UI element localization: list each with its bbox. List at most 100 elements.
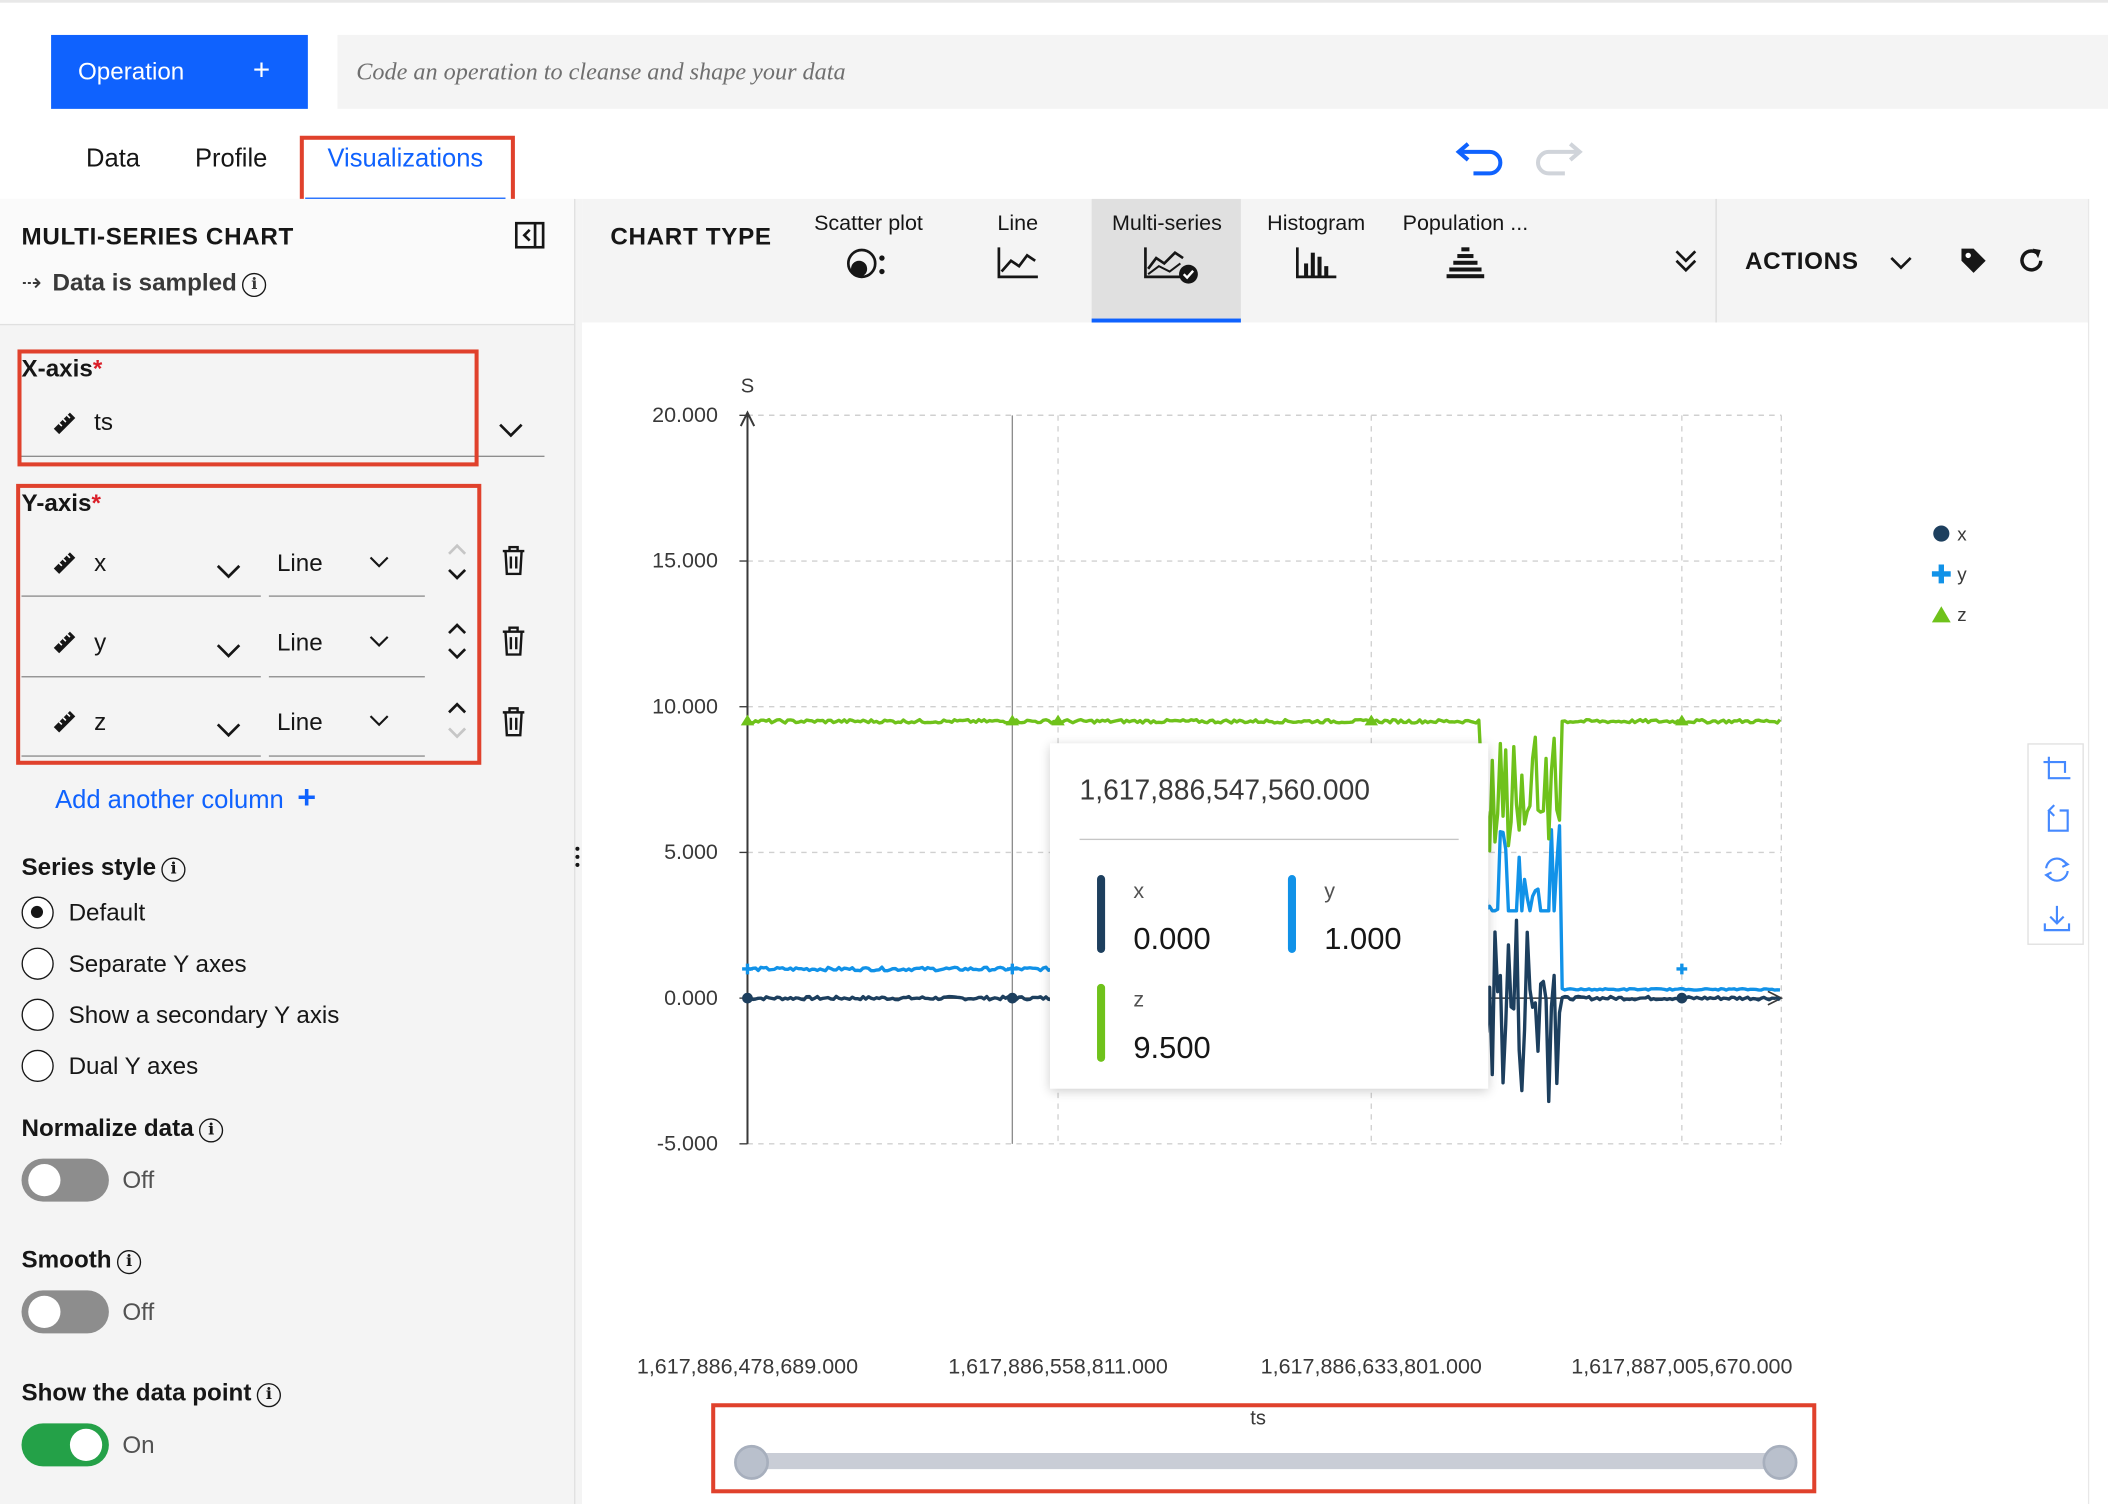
zoom-select-icon[interactable]: [2042, 755, 2072, 785]
y-tick-label: 5.000: [664, 840, 718, 864]
tooltip-series-value: 0.000: [1133, 920, 1211, 956]
tab-data[interactable]: Data: [86, 145, 140, 199]
chart-type-label-text: Line: [997, 212, 1039, 236]
chevron-down-icon[interactable]: [497, 422, 524, 438]
chart-type-population[interactable]: Population ...: [1395, 212, 1535, 289]
download-icon[interactable]: [2042, 903, 2072, 933]
tooltip-swatch-y: [1287, 875, 1297, 953]
info-icon[interactable]: i: [161, 857, 186, 882]
add-column-link[interactable]: Add another column +: [55, 780, 316, 818]
info-icon[interactable]: i: [116, 1250, 142, 1275]
normalize-label: Normalize data i: [22, 1114, 224, 1143]
arrow-icon: ⇢: [21, 268, 42, 296]
y-tick-label: -5.000: [657, 1132, 718, 1156]
y-tick-label: 20.000: [652, 403, 718, 427]
normalize-toggle[interactable]: [21, 1158, 109, 1202]
plus-icon: +: [252, 52, 271, 87]
radio-label: Separate Y axes: [68, 950, 247, 978]
data-point-x: [742, 992, 753, 1004]
y-axis-title: S: [741, 375, 754, 397]
data-point-x: [1006, 992, 1018, 1004]
legend-item-z[interactable]: z: [1931, 604, 1967, 625]
radio-dual-y-axes[interactable]: [21, 1049, 54, 1083]
radio-secondary-y-axis[interactable]: [21, 998, 54, 1031]
chart-type-scatter[interactable]: Scatter plot: [807, 212, 931, 289]
add-operation-button[interactable]: Operation +: [51, 34, 308, 109]
chart-legend: x y z: [1931, 523, 2012, 631]
actions-menu[interactable]: ACTIONS: [1745, 247, 1859, 275]
right-edge: [2087, 198, 2090, 1504]
chart-side-toolbar: [2027, 743, 2084, 945]
panel-title: MULTI-SERIES CHART: [21, 223, 294, 251]
tooltip-divider: [1079, 838, 1459, 841]
tab-profile[interactable]: Profile: [195, 145, 267, 199]
zoom-back-icon[interactable]: [2042, 804, 2072, 834]
series-style-label: Series style i: [22, 854, 186, 882]
trash-icon[interactable]: [501, 707, 525, 737]
tag-icon[interactable]: [1959, 246, 1989, 276]
normalize-state: Off: [122, 1166, 155, 1194]
trash-icon[interactable]: [501, 545, 525, 576]
highlight-box-y-axis: [16, 483, 482, 765]
chart-type-histogram[interactable]: Histogram: [1258, 212, 1374, 289]
scatter-icon: [846, 248, 885, 279]
triangle-marker-icon: [1931, 606, 1951, 623]
legend-item-x[interactable]: x: [1931, 523, 1967, 544]
line-chart-icon: [997, 247, 1038, 279]
info-icon[interactable]: i: [199, 1118, 224, 1143]
sampled-label: Data is sampled: [52, 268, 237, 296]
plus-icon: +: [297, 779, 317, 816]
undo-icon[interactable]: [1455, 136, 1506, 176]
x-tick-label: 1,617,887,005,670.000: [1571, 1355, 1792, 1379]
show-data-point-toggle[interactable]: [21, 1423, 109, 1467]
tooltip-series-value: 1.000: [1324, 920, 1402, 956]
legend-item-y[interactable]: y: [1931, 563, 1967, 585]
chart-type-label-text: Population ...: [1402, 212, 1529, 236]
chart-type-label-text: Scatter plot: [814, 212, 923, 236]
tooltip-swatch-z: [1097, 983, 1106, 1062]
chart-type-line[interactable]: Line: [975, 212, 1061, 289]
data-point-y: [742, 963, 753, 975]
chevron-down-icon[interactable]: [1889, 255, 1913, 270]
chart-type-label-text: Histogram: [1267, 212, 1366, 236]
smooth-toggle[interactable]: [21, 1290, 109, 1334]
show-data-point-label: Show the data point i: [22, 1379, 281, 1408]
toolbar-separator: [1715, 198, 1717, 323]
x-tick-label: 1,617,886,558,811.000: [948, 1355, 1168, 1379]
radio-separate-y-axes[interactable]: [21, 947, 54, 980]
info-icon[interactable]: i: [256, 1383, 281, 1408]
tooltip-series-name: z: [1133, 989, 1145, 1013]
left-panel-header: [0, 198, 575, 326]
data-point-y: [1006, 963, 1018, 975]
trash-icon[interactable]: [501, 626, 525, 656]
y-tick-label: 10.000: [652, 694, 718, 718]
show-data-point-state: On: [122, 1431, 155, 1459]
highlight-box-x-axis: [17, 349, 479, 467]
tooltip-series-value: 9.500: [1133, 1029, 1211, 1065]
chart-type-multi-series[interactable]: Multi-series: [1100, 212, 1234, 291]
y-tick-label: 15.000: [652, 549, 718, 573]
x-tick-label: 1,617,886,633,801.000: [1261, 1355, 1482, 1379]
tooltip-series-name: y: [1324, 880, 1335, 904]
info-icon[interactable]: i: [242, 272, 267, 298]
expand-more-icon[interactable]: [1672, 247, 1699, 274]
code-operation-input[interactable]: [337, 34, 2108, 109]
chart-type-label: CHART TYPE: [610, 223, 772, 251]
collapse-panel-icon[interactable]: [514, 221, 545, 249]
radio-label: Dual Y axes: [68, 1052, 199, 1080]
data-point-z: [740, 714, 755, 726]
x-tick-label: 1,617,886,478,689.000: [637, 1355, 858, 1379]
data-point-y: [1676, 963, 1688, 975]
drag-dots-icon[interactable]: [575, 846, 580, 871]
refresh-icon[interactable]: [2017, 246, 2047, 276]
radio-default[interactable]: [21, 896, 54, 929]
restore-icon[interactable]: [2042, 855, 2072, 885]
highlight-box-slider: [711, 1403, 1817, 1494]
redo-icon[interactable]: [1533, 136, 1584, 176]
tooltip-swatch-x: [1097, 875, 1106, 953]
operation-button-label: Operation: [77, 57, 185, 85]
circle-marker-icon: [1933, 525, 1950, 542]
top-border: [0, 0, 2108, 3]
radio-label: Show a secondary Y axis: [68, 1001, 340, 1029]
radio-label: Default: [68, 899, 146, 927]
